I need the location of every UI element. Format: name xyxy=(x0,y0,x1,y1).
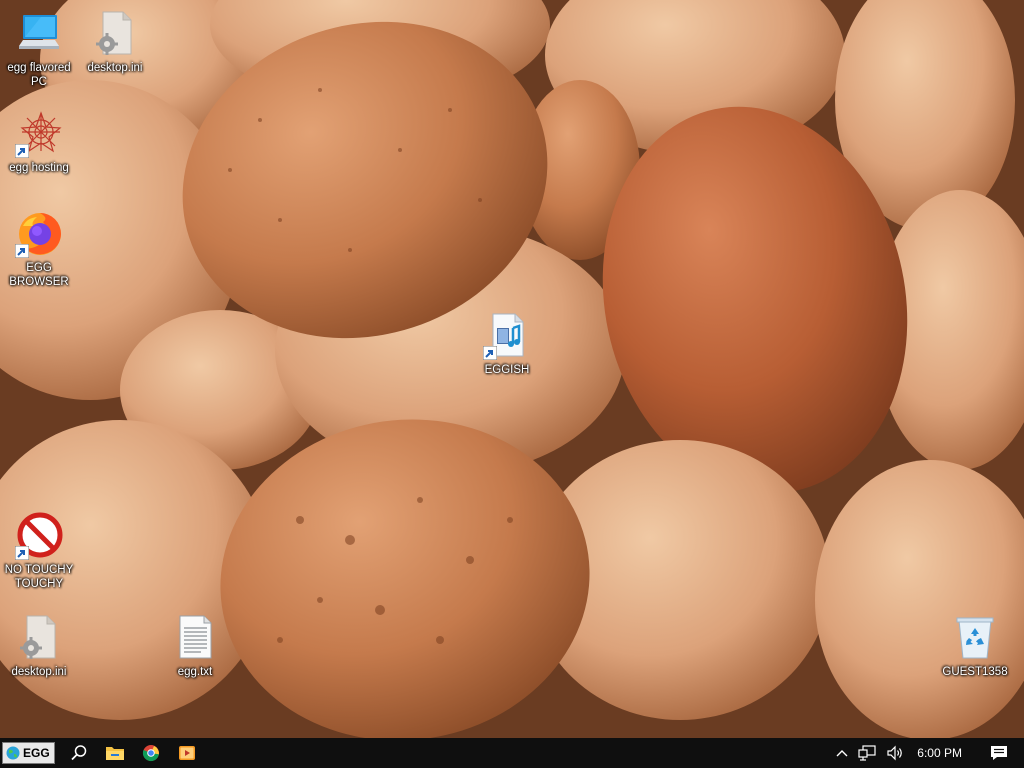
desktop-icon-label: egg hosting xyxy=(9,162,69,174)
file-explorer-button[interactable] xyxy=(97,738,133,768)
shortcut-arrow-icon xyxy=(15,244,29,258)
desktop-icon-eggish[interactable]: EGGISH xyxy=(469,312,545,377)
desktop[interactable]: egg flavored PC desktop.ini egg hosting … xyxy=(0,0,1024,738)
desktop-icon-egg-flavored-pc[interactable]: egg flavored PC xyxy=(1,10,77,89)
action-center-button[interactable] xyxy=(974,738,1024,768)
settings-file-icon xyxy=(15,614,63,662)
chrome-button[interactable] xyxy=(133,738,169,768)
shortcut-arrow-icon xyxy=(15,144,29,158)
action-center-icon xyxy=(991,746,1007,760)
chrome-icon xyxy=(142,745,159,762)
firefox-icon xyxy=(15,210,63,258)
start-label: EGG xyxy=(23,746,50,760)
clock[interactable]: 6:00 PM xyxy=(909,746,974,760)
start-button[interactable]: EGG xyxy=(2,742,55,764)
desktop-icon-egg-browser[interactable]: EGG BROWSER xyxy=(1,210,77,289)
desktop-icon-label: NO TOUCHY TOUCHY xyxy=(4,564,74,590)
desktop-icon-egg-hosting[interactable]: egg hosting xyxy=(1,110,77,175)
file-explorer-icon xyxy=(105,747,124,760)
media-player-button[interactable] xyxy=(169,738,205,768)
desktop-icon-egg-txt[interactable]: egg.txt xyxy=(157,614,233,679)
desktop-icon-label: GUEST1358 xyxy=(942,666,1008,678)
globe-icon xyxy=(6,746,20,760)
desktop-icon-label: desktop.ini xyxy=(11,666,67,678)
settings-file-icon xyxy=(91,10,139,58)
desktop-icon-label: egg flavored PC xyxy=(7,62,71,88)
desktop-icon-no-touchy-touchy[interactable]: NO TOUCHY TOUCHY xyxy=(1,512,77,591)
volume-icon xyxy=(887,745,903,761)
egg-hosting-icon xyxy=(15,110,63,158)
desktop-icon-desktop-ini[interactable]: desktop.ini xyxy=(77,10,153,75)
search-icon xyxy=(71,745,86,761)
network-icon xyxy=(858,745,876,761)
media-player-icon xyxy=(178,746,195,760)
network-button[interactable] xyxy=(853,738,881,768)
desktop-icon-label: egg.txt xyxy=(177,666,213,678)
show-hidden-icons-button[interactable] xyxy=(831,738,853,768)
text-file-icon xyxy=(171,614,219,662)
desktop-icon-label: EGGISH xyxy=(484,364,530,376)
media-file-icon xyxy=(483,312,531,360)
desktop-icon-guest1358[interactable]: GUEST1358 xyxy=(937,614,1013,679)
shortcut-arrow-icon xyxy=(483,346,497,360)
prohibited-icon xyxy=(15,512,63,560)
desktop-icon-label: desktop.ini xyxy=(87,62,143,74)
volume-button[interactable] xyxy=(881,738,909,768)
system-tray: 6:00 PM xyxy=(831,738,1024,768)
desktop-icon-label: EGG BROWSER xyxy=(9,262,69,288)
shortcut-arrow-icon xyxy=(15,546,29,560)
recycle-bin-icon xyxy=(951,614,999,662)
computer-icon xyxy=(15,10,63,58)
search-button[interactable] xyxy=(61,738,97,768)
taskbar: EGG 6:00 PM xyxy=(0,738,1024,768)
desktop-icon-desktop-ini-2[interactable]: desktop.ini xyxy=(1,614,77,679)
chevron-up-icon xyxy=(836,750,848,757)
